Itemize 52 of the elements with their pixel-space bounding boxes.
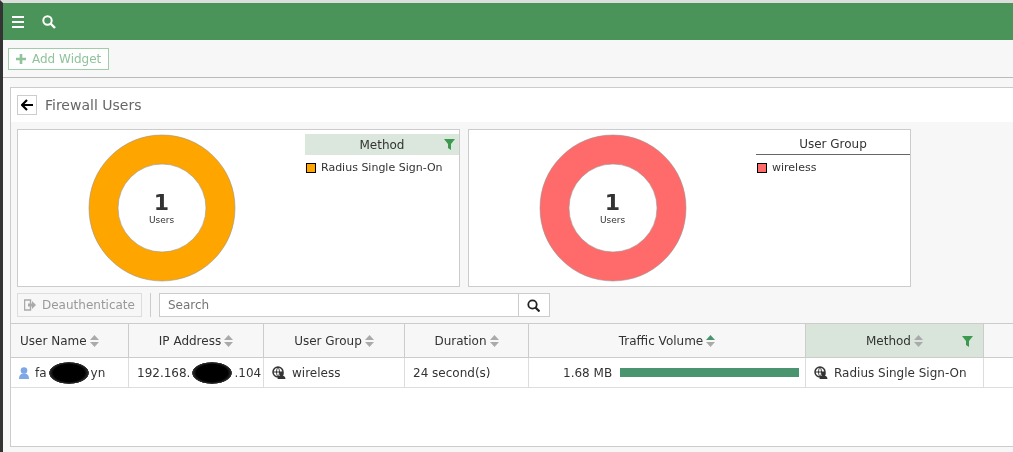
- user-group-icon: [272, 366, 286, 379]
- cell-text: 1.68 MB: [563, 365, 613, 380]
- sort-icon[interactable]: [364, 334, 374, 347]
- menu-icon[interactable]: [12, 15, 24, 28]
- cell-text: .104: [234, 365, 262, 380]
- user-icon: [19, 366, 29, 379]
- back-button[interactable]: [17, 95, 37, 115]
- center-value: 1: [604, 191, 621, 214]
- column-label: Duration: [434, 333, 487, 348]
- search-field[interactable]: Search: [158, 293, 519, 317]
- column-label: IP Address: [158, 333, 222, 348]
- arrow-left-icon: [21, 99, 33, 111]
- legend-header[interactable]: User Group: [756, 134, 910, 155]
- column-header[interactable]: IP Address: [129, 324, 264, 357]
- column-header[interactable]: User Name: [11, 324, 129, 357]
- column-header[interactable]: User Group: [264, 324, 405, 357]
- filter-icon[interactable]: [444, 139, 455, 150]
- sort-icon[interactable]: [224, 334, 234, 347]
- center-value: 1: [153, 191, 170, 214]
- legend-header[interactable]: Method: [305, 134, 459, 155]
- widget-title: Firewall Users: [45, 97, 142, 113]
- sign-out-icon: [24, 299, 36, 311]
- sort-icon[interactable]: [706, 334, 716, 347]
- cell-text: 24 second(s): [413, 365, 491, 380]
- redaction-mark: [48, 361, 89, 384]
- search-icon: [527, 298, 541, 312]
- cell-text: Radius Single Sign-On: [834, 365, 967, 380]
- redaction-mark: [192, 361, 233, 384]
- column-label: User Group: [294, 333, 362, 348]
- sort-icon[interactable]: [489, 334, 499, 347]
- filter-icon[interactable]: [962, 336, 973, 347]
- center-label: Users: [599, 214, 626, 225]
- cell-text: yn: [90, 365, 106, 380]
- search-icon[interactable]: [42, 14, 56, 29]
- plus-icon: [16, 53, 26, 64]
- legend-label[interactable]: Radius Single Sign-On: [321, 161, 443, 174]
- search-button[interactable]: [518, 293, 550, 317]
- center-label: Users: [148, 214, 175, 225]
- user-group-icon: [814, 366, 828, 379]
- column-label: Traffic Volume: [618, 333, 704, 348]
- legend-title: Method: [359, 137, 405, 152]
- column-label: User Name: [20, 333, 87, 348]
- cell-text: fa: [35, 365, 47, 380]
- legend-title: User Group: [799, 137, 867, 151]
- cell-text: 192.168.: [137, 365, 191, 380]
- column-header[interactable]: Duration: [405, 324, 529, 357]
- column-label: Method: [866, 333, 911, 348]
- cell-text: wireless: [292, 365, 341, 380]
- legend-label[interactable]: wireless: [772, 161, 817, 174]
- column-header[interactable]: Method: [806, 324, 984, 357]
- sort-icon[interactable]: [914, 334, 923, 347]
- sort-icon[interactable]: [89, 334, 99, 347]
